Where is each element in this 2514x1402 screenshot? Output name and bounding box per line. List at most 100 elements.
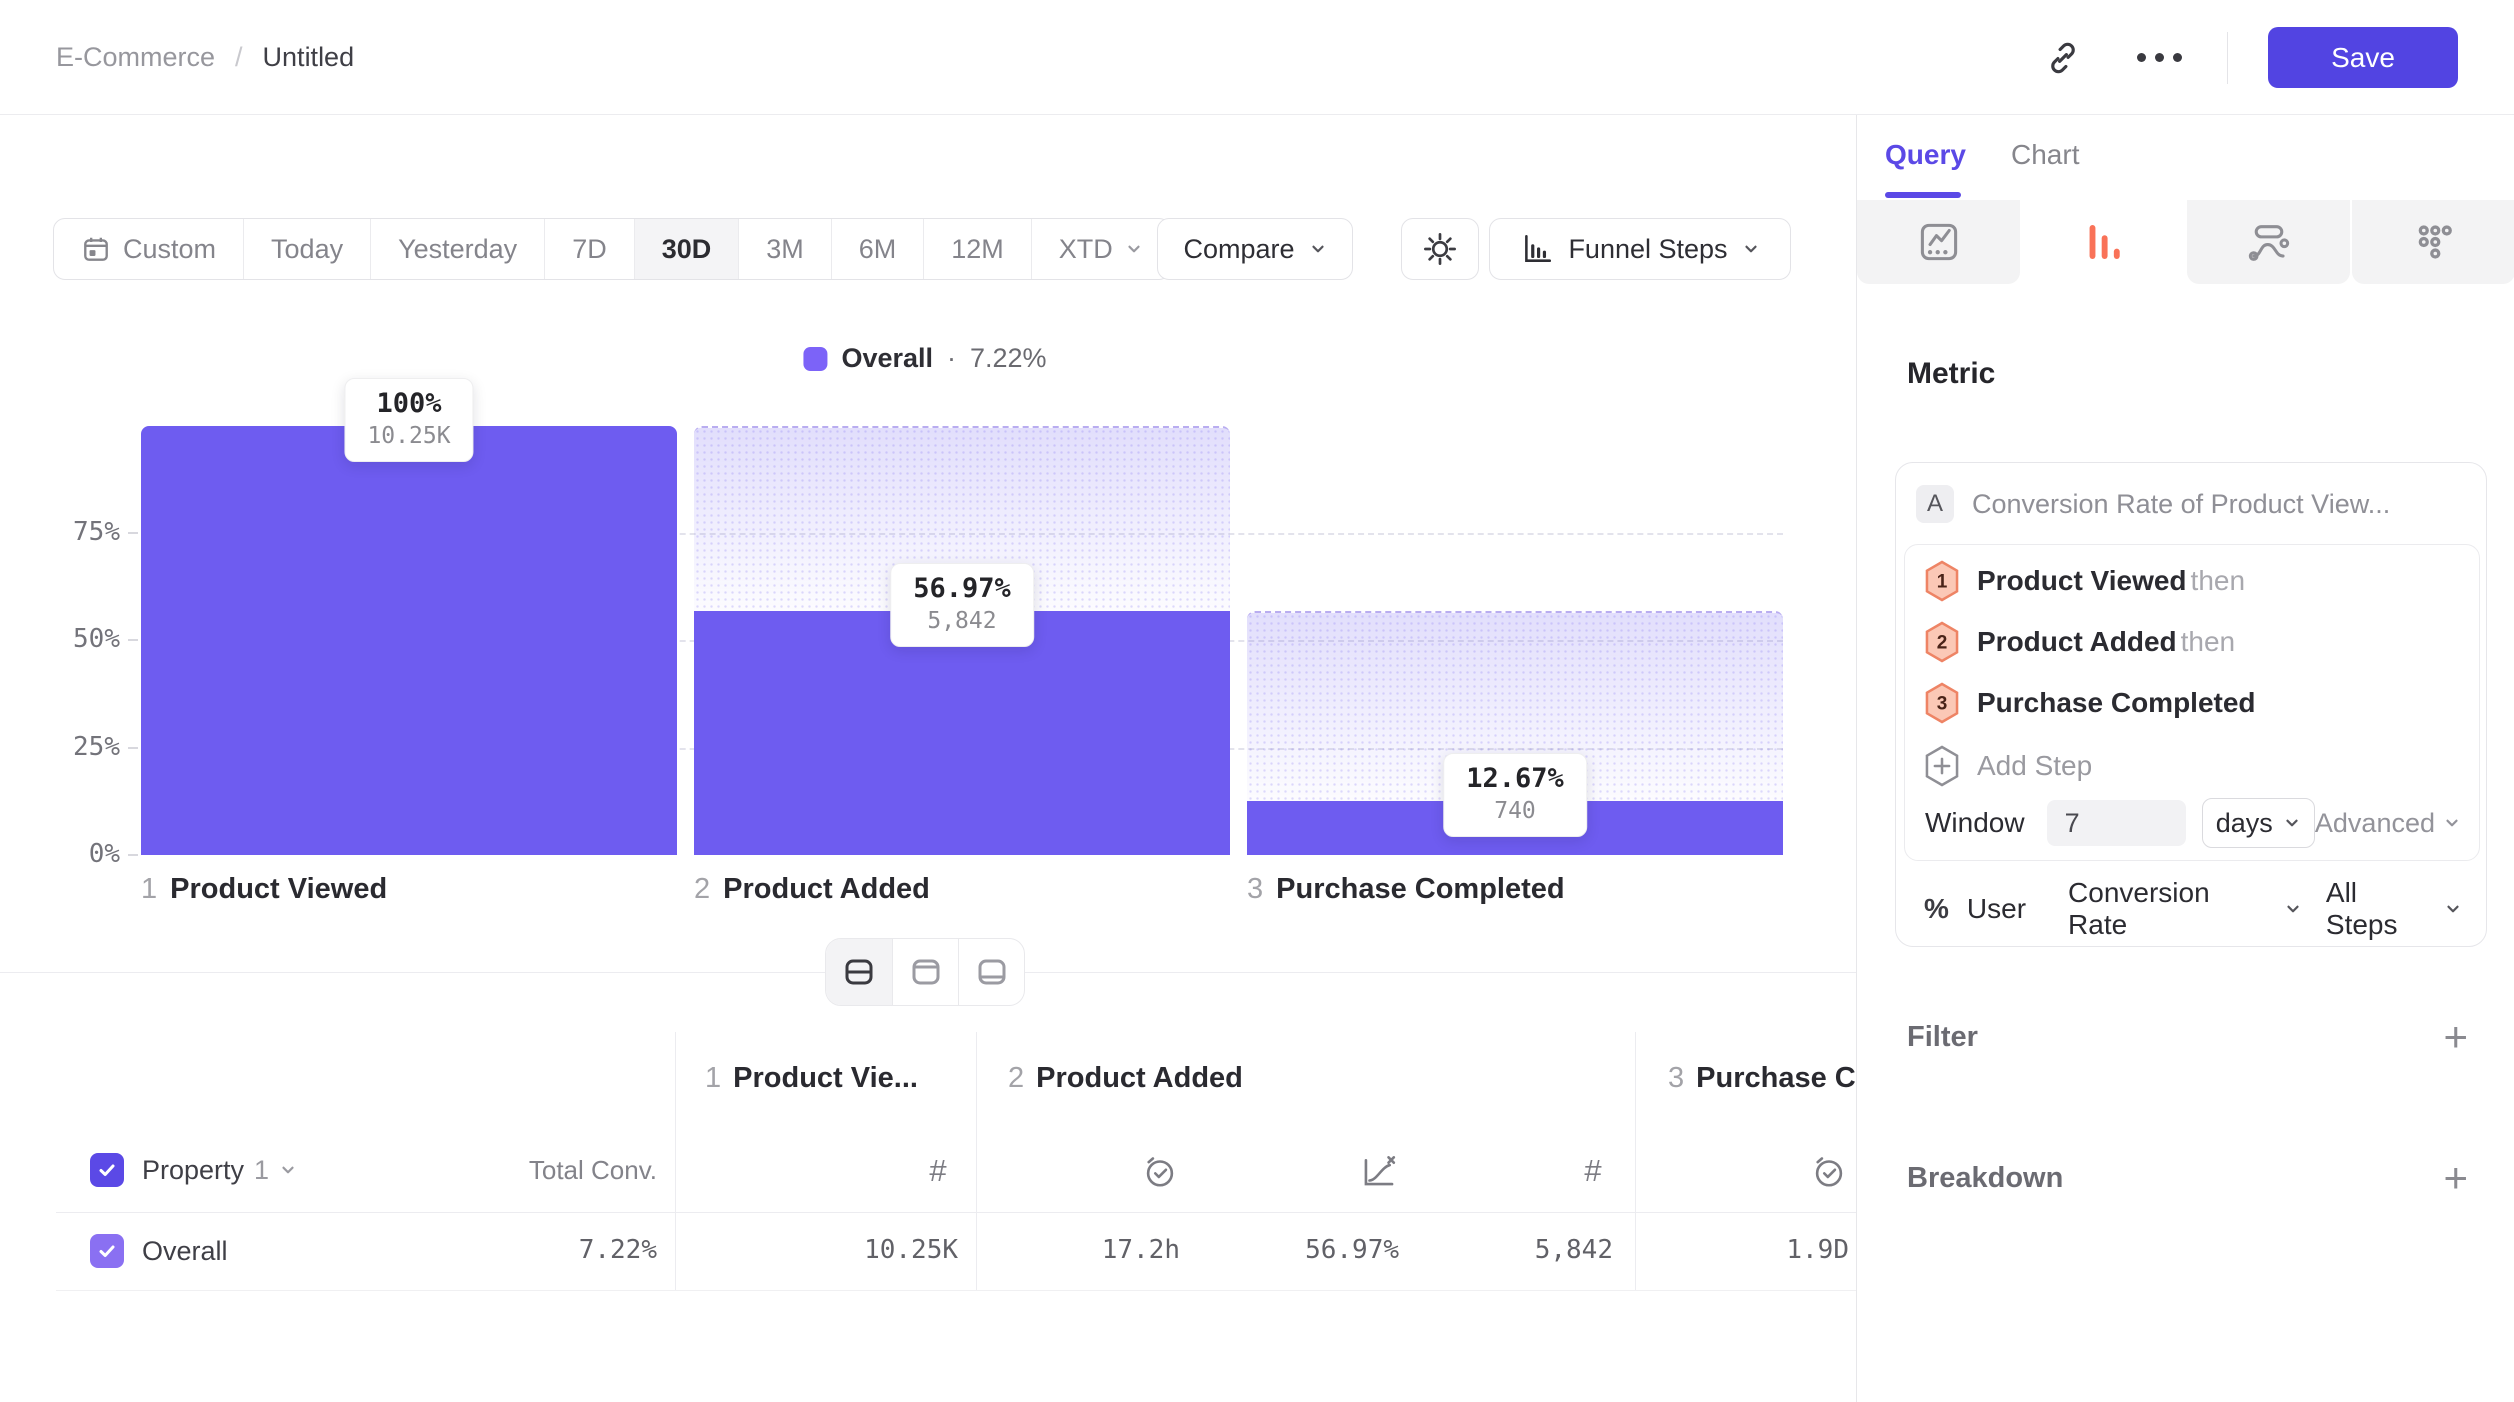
share-link-button[interactable] <box>2035 30 2091 86</box>
breadcrumb-separator: / <box>235 42 243 73</box>
svg-text:3: 3 <box>1937 693 1948 714</box>
window-label: Window <box>1925 807 2025 839</box>
table-column-divider <box>976 1032 977 1290</box>
chart-settings-button[interactable] <box>1401 218 1479 280</box>
breakdown-heading: Breakdown <box>1907 1162 2063 1195</box>
date-range-control: Custom Today Yesterday 7D 30D 3M 6M 12M … <box>53 218 1171 280</box>
funnel-bar-step3[interactable]: 12.67% 740 <box>1247 426 1783 855</box>
date-range-12m[interactable]: 12M <box>923 219 1031 279</box>
y-tick-75: 75% <box>34 517 120 547</box>
add-step-button[interactable]: Add Step <box>1923 736 2461 796</box>
time-to-convert-column-header[interactable] <box>1809 1151 1849 1191</box>
layout-toggle <box>825 938 1025 1006</box>
percent-icon: % <box>1924 893 1949 925</box>
step-row-3[interactable]: 3 Purchase Completed <box>1923 673 2461 733</box>
funnel-steps-card: 1 Product Viewedthen 2 Product Addedthen… <box>1904 544 2480 861</box>
date-range-xtd[interactable]: XTD <box>1031 219 1170 279</box>
tab-query[interactable]: Query <box>1885 133 1966 177</box>
add-filter-button[interactable]: + <box>2443 1016 2468 1058</box>
chevron-down-icon <box>1125 240 1143 258</box>
layout-table-only-button[interactable] <box>958 939 1024 1005</box>
clock-check-icon <box>1141 1152 1179 1190</box>
top-panel-view-icon <box>908 954 944 990</box>
conversion-rate-column-header[interactable] <box>1359 1151 1399 1191</box>
date-range-30d[interactable]: 30D <box>634 219 739 279</box>
cell-step3-time: 1.9D <box>1786 1235 1849 1265</box>
topbar-divider <box>2227 32 2228 84</box>
compare-button[interactable]: Compare <box>1157 218 1353 280</box>
funnel-bar-step1[interactable]: 100% 10.25K <box>141 426 677 855</box>
calendar-icon <box>81 234 111 264</box>
chart-type-insights-tab[interactable] <box>1857 200 2020 284</box>
measure-type-select[interactable]: Conversion Rate <box>2068 877 2302 941</box>
chevron-down-icon <box>2443 814 2461 832</box>
table-header-divider <box>56 1212 1856 1213</box>
view-selector-button[interactable]: Funnel Steps <box>1489 218 1791 280</box>
window-value-input[interactable] <box>2047 800 2186 846</box>
date-range-3m[interactable]: 3M <box>738 219 831 279</box>
legend-label: Overall <box>841 343 933 374</box>
breadcrumb-title[interactable]: Untitled <box>263 42 355 73</box>
view-selector-label: Funnel Steps <box>1568 234 1727 265</box>
measure-entity-select[interactable]: User <box>1967 893 2026 925</box>
date-range-6m[interactable]: 6M <box>831 219 924 279</box>
advanced-toggle[interactable]: Advanced <box>2315 808 2461 839</box>
property-column-header[interactable]: Property 1 <box>142 1153 297 1187</box>
gear-icon <box>1422 231 1458 267</box>
step-row-2[interactable]: 2 Product Addedthen <box>1923 612 2461 672</box>
flow-icon <box>2246 219 2292 265</box>
add-breakdown-button[interactable]: + <box>2443 1157 2468 1199</box>
chart-type-retention-tab[interactable] <box>2352 200 2514 284</box>
y-tickmark <box>128 532 138 534</box>
breadcrumb-project[interactable]: E-Commerce <box>56 42 215 73</box>
time-to-convert-column-header[interactable] <box>1140 1151 1180 1191</box>
chart-type-funnel-tab[interactable] <box>2022 200 2185 284</box>
layout-chart-only-button[interactable] <box>892 939 958 1005</box>
layout-split-button[interactable] <box>826 939 892 1005</box>
select-all-checkbox[interactable] <box>90 1153 124 1187</box>
insights-chart-icon <box>1916 219 1962 265</box>
top-bar: E-Commerce / Untitled Save <box>0 0 2514 115</box>
split-view-icon <box>841 954 877 990</box>
date-range-today[interactable]: Today <box>243 219 370 279</box>
metric-title-row[interactable]: A Conversion Rate of Product View... <box>1916 485 2390 523</box>
tab-chart[interactable]: Chart <box>2011 133 2079 177</box>
y-tick-25: 25% <box>34 732 120 762</box>
bar-value-tooltip-step1: 100% 10.25K <box>344 378 473 462</box>
total-conv-header[interactable]: Total Conv. <box>529 1155 657 1186</box>
date-range-yesterday[interactable]: Yesterday <box>370 219 544 279</box>
table-row-name[interactable]: Overall <box>142 1234 228 1268</box>
bar-value-tooltip-step3: 12.67% 740 <box>1443 753 1587 837</box>
date-range-7d[interactable]: 7D <box>544 219 634 279</box>
chevron-down-icon <box>279 1161 297 1179</box>
legend-swatch <box>803 347 827 371</box>
svg-text:1: 1 <box>1937 571 1948 592</box>
cell-step2-uniques: 5,842 <box>1535 1235 1613 1265</box>
uniques-column-header[interactable]: # <box>1573 1151 1613 1191</box>
cell-step2-conv: 56.97% <box>1305 1235 1399 1265</box>
measure-scope-select[interactable]: All Steps <box>2326 877 2462 941</box>
filter-section: Filter + <box>1907 1015 2468 1059</box>
check-icon <box>95 1158 119 1182</box>
chevron-down-icon <box>1742 240 1760 258</box>
step-row-1[interactable]: 1 Product Viewedthen <box>1923 551 2461 611</box>
date-range-custom[interactable]: Custom <box>54 219 243 279</box>
window-unit-select[interactable]: days <box>2202 798 2315 848</box>
active-tab-underline <box>1885 192 1961 198</box>
query-sidebar: Query Chart <box>1856 115 2514 1402</box>
app-root: E-Commerce / Untitled Save <box>0 0 2514 1402</box>
step-hexagon-badge: 3 <box>1923 682 1961 724</box>
metric-section-heading: Metric <box>1907 357 1995 391</box>
more-menu-button[interactable] <box>2131 30 2187 86</box>
svg-text:2: 2 <box>1937 632 1948 653</box>
step-hexagon-badge: 1 <box>1923 560 1961 602</box>
save-button[interactable]: Save <box>2268 27 2458 88</box>
chart-type-flow-tab[interactable] <box>2187 200 2350 284</box>
uniques-column-header[interactable]: # <box>918 1151 958 1191</box>
breakdown-section: Breakdown + <box>1907 1156 2468 1200</box>
chart-legend[interactable]: Overall · 7.22% <box>803 343 1046 374</box>
bar-solid-step1 <box>141 426 677 855</box>
row-checkbox-overall[interactable] <box>90 1234 124 1268</box>
table-group-step1: 1Product Vie... <box>705 1062 918 1095</box>
funnel-bar-step2[interactable]: 56.97% 5,842 <box>694 426 1230 855</box>
